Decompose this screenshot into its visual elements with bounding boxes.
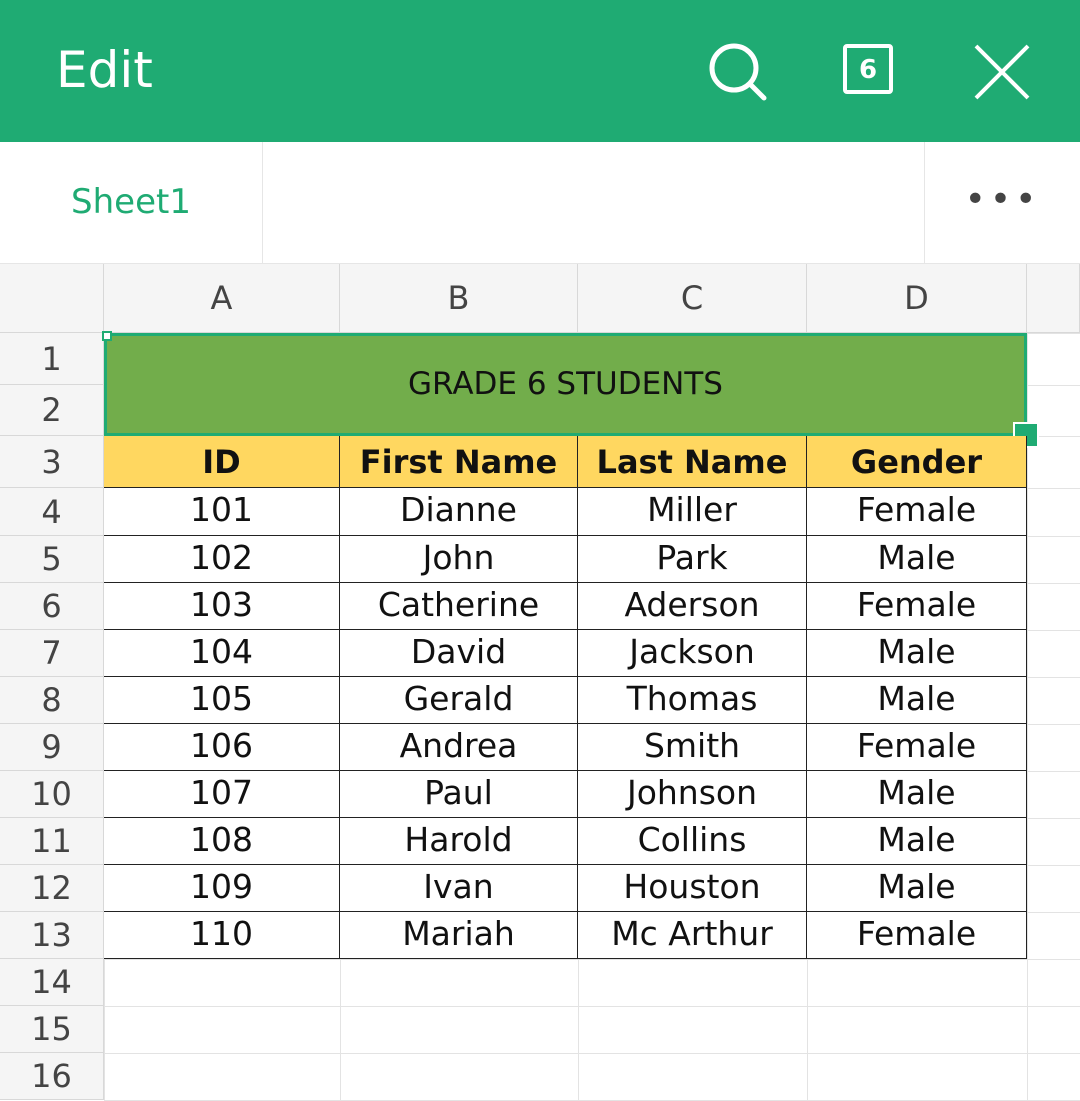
table-cell[interactable]: Male: [807, 630, 1027, 677]
table-cell[interactable]: Aderson: [578, 583, 807, 630]
table-cell[interactable]: Miller: [578, 488, 807, 536]
table-cell[interactable]: Dianne: [340, 488, 578, 536]
table-cell[interactable]: Catherine: [340, 583, 578, 630]
table-cell[interactable]: Male: [807, 865, 1027, 912]
table-cell[interactable]: Andrea: [340, 724, 578, 771]
row-header-3[interactable]: 3: [0, 436, 104, 488]
table-cell[interactable]: 101: [104, 488, 340, 536]
gridline-horizontal: [104, 959, 1080, 960]
row-header-10[interactable]: 10: [0, 771, 104, 818]
row-header-4[interactable]: 4: [0, 488, 104, 536]
table-cell[interactable]: Paul: [340, 771, 578, 818]
table-header-cell[interactable]: Gender: [807, 436, 1027, 488]
app-bar: Edit 6: [0, 0, 1080, 142]
table-cell[interactable]: 107: [104, 771, 340, 818]
table-cell[interactable]: Harold: [340, 818, 578, 865]
table-header-cell[interactable]: Last Name: [578, 436, 807, 488]
table-cell[interactable]: Jackson: [578, 630, 807, 677]
table-cell[interactable]: 105: [104, 677, 340, 724]
table-cell[interactable]: Male: [807, 677, 1027, 724]
column-header-d[interactable]: D: [807, 264, 1027, 333]
table-cell[interactable]: 102: [104, 536, 340, 583]
gridline-horizontal: [104, 1006, 1080, 1007]
table-cell[interactable]: David: [340, 630, 578, 677]
table-header-cell[interactable]: ID: [104, 436, 340, 488]
row-header-7[interactable]: 7: [0, 630, 104, 677]
row-header-12[interactable]: 12: [0, 865, 104, 912]
sheet-tab-bar: Sheet1 •••: [0, 142, 1080, 264]
sheet-count-button[interactable]: 6: [843, 44, 893, 94]
table-cell[interactable]: Male: [807, 536, 1027, 583]
row-header-11[interactable]: 11: [0, 818, 104, 865]
row-header-15[interactable]: 15: [0, 1006, 104, 1053]
row-header-13[interactable]: 13: [0, 912, 104, 959]
table-cell[interactable]: Thomas: [578, 677, 807, 724]
table-cell[interactable]: Female: [807, 488, 1027, 536]
table-cell[interactable]: Houston: [578, 865, 807, 912]
table-cell[interactable]: 106: [104, 724, 340, 771]
column-header-e[interactable]: [1027, 264, 1080, 333]
merged-title-cell[interactable]: GRADE 6 STUDENTS: [104, 333, 1027, 436]
table-cell[interactable]: 103: [104, 583, 340, 630]
table-cell[interactable]: Female: [807, 912, 1027, 959]
gridline-horizontal: [104, 1053, 1080, 1054]
table-header-cell[interactable]: First Name: [340, 436, 578, 488]
select-all-corner[interactable]: [0, 264, 104, 333]
close-icon[interactable]: [972, 44, 1032, 100]
row-header-8[interactable]: 8: [0, 677, 104, 724]
table-cell[interactable]: 109: [104, 865, 340, 912]
row-header-1[interactable]: 1: [0, 333, 104, 385]
table-cell[interactable]: Male: [807, 771, 1027, 818]
gridline-vertical: [1027, 333, 1028, 1100]
row-header-2[interactable]: 2: [0, 385, 104, 436]
row-header-14[interactable]: 14: [0, 959, 104, 1006]
table-cell[interactable]: Mariah: [340, 912, 578, 959]
column-header-c[interactable]: C: [578, 264, 807, 333]
selection-handle-top-left[interactable]: [102, 331, 112, 341]
table-cell[interactable]: 108: [104, 818, 340, 865]
search-icon[interactable]: [706, 42, 770, 102]
row-header-16[interactable]: 16: [0, 1053, 104, 1100]
row-header-9[interactable]: 9: [0, 724, 104, 771]
table-cell[interactable]: Gerald: [340, 677, 578, 724]
more-options-button[interactable]: •••: [924, 142, 1080, 263]
table-cell[interactable]: Female: [807, 583, 1027, 630]
row-header-6[interactable]: 6: [0, 583, 104, 630]
table-cell[interactable]: Park: [578, 536, 807, 583]
table-cell[interactable]: Ivan: [340, 865, 578, 912]
tab-sheet1[interactable]: Sheet1: [0, 142, 263, 263]
page-title: Edit: [56, 41, 153, 99]
table-cell[interactable]: Smith: [578, 724, 807, 771]
table-cell[interactable]: Female: [807, 724, 1027, 771]
table-cell[interactable]: Johnson: [578, 771, 807, 818]
row-header-5[interactable]: 5: [0, 536, 104, 583]
table-cell[interactable]: 110: [104, 912, 340, 959]
column-header-a[interactable]: A: [104, 264, 340, 333]
more-icon: •••: [964, 179, 1041, 220]
table-cell[interactable]: Collins: [578, 818, 807, 865]
spreadsheet-grid: A B C D 1 2 3 4 5 6 7 8 9 10 11 12 13 14 15 16 GRADE 6 STUDE…: [0, 264, 1080, 1101]
column-header-b[interactable]: B: [340, 264, 578, 333]
table-cell[interactable]: Mc Arthur: [578, 912, 807, 959]
table-cell[interactable]: Male: [807, 818, 1027, 865]
table-cell[interactable]: John: [340, 536, 578, 583]
table-cell[interactable]: 104: [104, 630, 340, 677]
sheet-count: 6: [858, 55, 878, 85]
